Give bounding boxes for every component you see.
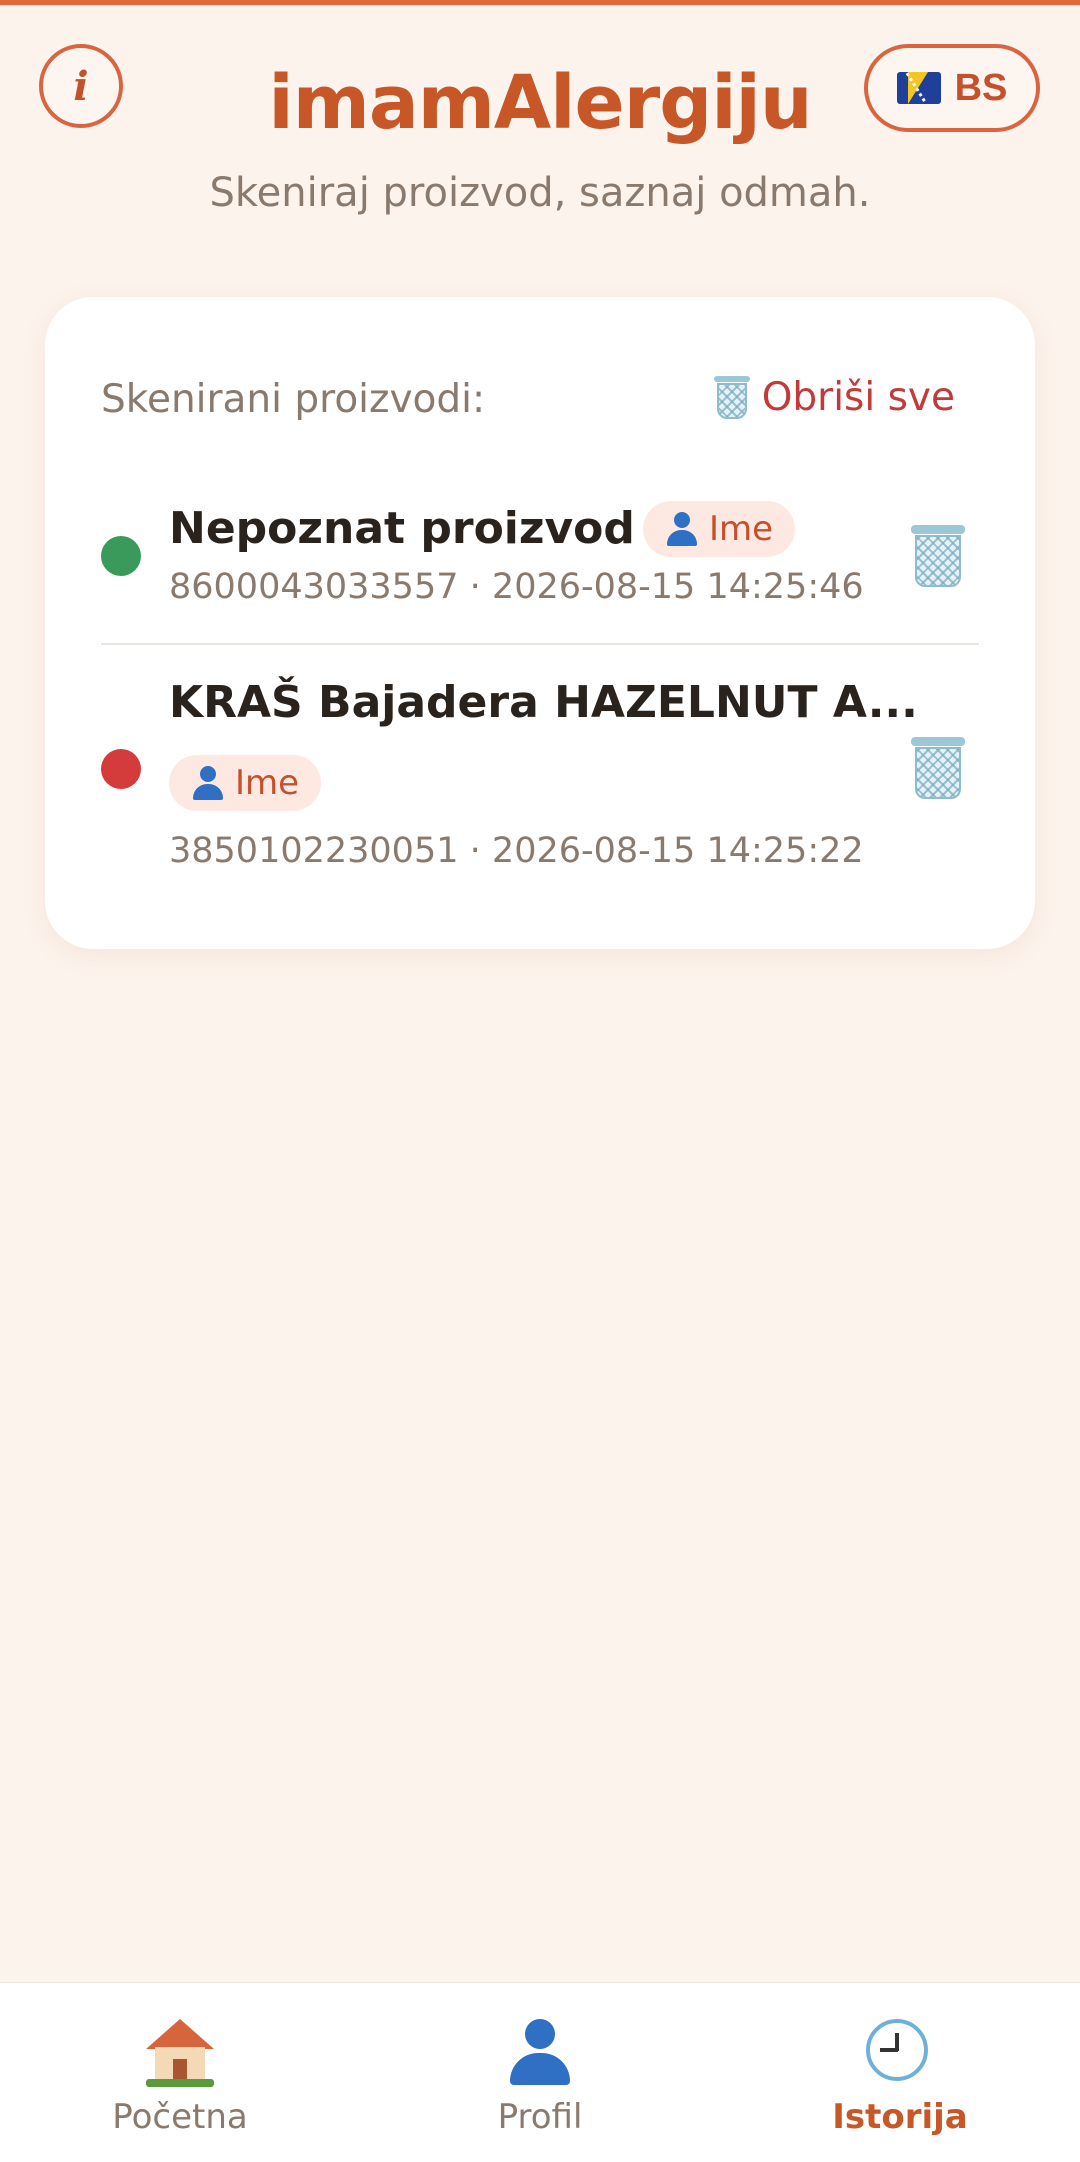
nav-label-profile: Profil [497, 2097, 583, 2137]
trash-icon [911, 525, 965, 587]
clock-icon [866, 2019, 934, 2087]
product-meta: 3850102230051 · 2026-08-15 14:25:22 [169, 831, 864, 871]
app-subtitle: Skeniraj proizvod, saznaj odmah. [209, 170, 871, 216]
nav-item-profile[interactable]: Profil [360, 1983, 720, 2162]
bottom-navigation: Početna Profil Istorija [0, 1982, 1080, 2162]
trash-icon [713, 375, 750, 420]
product-name: KRAŠ Bajadera HAZELNUT A... [169, 677, 918, 728]
delete-item-button[interactable] [911, 737, 965, 803]
history-item[interactable]: Nepoznat proizvod Ime 8600043033557 · 20… [101, 497, 979, 637]
person-icon [665, 512, 699, 546]
person-icon [506, 2019, 574, 2087]
product-barcode: 8600043033557 [169, 567, 459, 607]
clear-all-label: Obriši sve [761, 375, 955, 420]
status-dot-danger [101, 749, 141, 789]
status-dot-safe [101, 536, 141, 576]
house-icon [146, 2019, 214, 2087]
nav-item-home[interactable]: Početna [0, 1983, 360, 2162]
history-section-label: Skenirani proizvodi: [101, 377, 486, 422]
person-icon [191, 766, 225, 800]
nav-label-history: Istorija [832, 2097, 968, 2137]
app-title: imamAlergiju [268, 60, 812, 146]
nav-label-home: Početna [112, 2097, 248, 2137]
trash-icon [911, 737, 965, 799]
product-name: Nepoznat proizvod [169, 503, 635, 554]
row-divider [101, 643, 979, 645]
profile-chip: Ime [169, 755, 322, 811]
profile-chip-label: Ime [235, 763, 300, 803]
history-card: Skenirani proizvodi: Obriši sve Nepoznat… [45, 297, 1035, 949]
product-timestamp: 2026-08-15 14:25:22 [491, 831, 864, 871]
product-timestamp: 2026-08-15 14:25:46 [491, 567, 864, 607]
top-accent-line [0, 0, 1080, 5]
clear-all-button[interactable]: Obriši sve [713, 375, 955, 420]
product-meta: 8600043033557 · 2026-08-15 14:25:46 [169, 567, 864, 607]
profile-chip: Ime [643, 501, 796, 557]
profile-chip-label: Ime [709, 509, 774, 549]
meta-separator: · [469, 567, 481, 607]
delete-item-button[interactable] [911, 525, 965, 591]
nav-item-history[interactable]: Istorija [720, 1983, 1080, 2162]
meta-separator: · [469, 831, 481, 871]
history-item[interactable]: KRAŠ Bajadera HAZELNUT A... Ime 38501022… [101, 677, 979, 897]
product-barcode: 3850102230051 [169, 831, 459, 871]
